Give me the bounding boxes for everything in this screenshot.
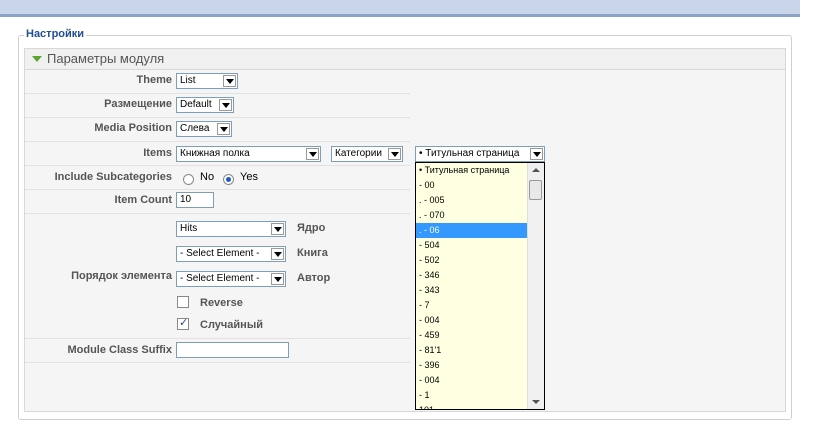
items-select-page[interactable]: • Титульная страница	[415, 146, 545, 162]
dropdown-option[interactable]: - 1	[416, 388, 528, 403]
dropdown-option[interactable]: - 502	[416, 253, 528, 268]
reverse-checkbox[interactable]	[177, 296, 189, 308]
order-2-value: - Select Element -	[180, 248, 260, 259]
order-3-value: - Select Element -	[180, 273, 260, 284]
panel-header[interactable]: Параметры модуля	[25, 49, 785, 70]
settings-legend: Настройки	[24, 28, 87, 40]
chevron-down-icon	[223, 75, 236, 87]
media-position-label: Media Position	[94, 122, 172, 134]
items-select-shelf[interactable]: Книжная полка	[176, 146, 321, 162]
chevron-down-icon	[271, 273, 284, 285]
dropdown-scrollbar[interactable]	[527, 163, 544, 409]
row-divider	[25, 93, 410, 94]
dropdown-options: • Титульная страница - 00. - 005. - 070.…	[416, 163, 528, 409]
subcategories-no-radio[interactable]	[183, 174, 194, 185]
dropdown-option[interactable]: - 00	[416, 178, 528, 193]
theme-value: List	[180, 75, 196, 86]
scroll-down-icon[interactable]	[532, 400, 540, 404]
placement-label: Размещение	[104, 98, 172, 110]
chevron-down-icon	[271, 223, 284, 235]
module-class-suffix-input[interactable]	[176, 342, 289, 358]
chevron-down-icon	[219, 99, 232, 111]
order-1-side-label: Ядро	[297, 222, 326, 234]
row-divider	[25, 213, 410, 214]
panel-title: Параметры модуля	[47, 51, 165, 66]
item-count-input[interactable]: 10	[176, 192, 214, 208]
chevron-down-icon	[271, 248, 284, 260]
dropdown-option[interactable]: - 7	[416, 298, 528, 313]
order-select-1[interactable]: Hits	[176, 221, 286, 237]
right-edge	[800, 0, 813, 446]
items-page-value: • Титульная страница	[419, 148, 520, 159]
module-class-suffix-label: Module Class Suffix	[67, 344, 172, 356]
items-shelf-value: Книжная полка	[180, 148, 250, 159]
dropdown-option[interactable]: - 346	[416, 268, 528, 283]
row-divider	[25, 362, 410, 363]
dropdown-option[interactable]: - 004	[416, 373, 528, 388]
row-divider	[25, 117, 410, 118]
scroll-up-icon[interactable]	[532, 168, 540, 172]
include-subcategories-label: Include Subcategories	[54, 171, 172, 183]
random-checkbox[interactable]	[177, 316, 189, 330]
items-category-value: Категории	[335, 148, 382, 159]
placement-value: Default	[180, 99, 212, 110]
dropdown-option[interactable]: . - 070	[416, 208, 528, 223]
dropdown-option[interactable]: . - 06	[416, 223, 528, 238]
reverse-label: Reverse	[200, 297, 243, 309]
dropdown-option[interactable]: - 396	[416, 358, 528, 373]
theme-label: Theme	[136, 74, 172, 86]
order-select-2[interactable]: - Select Element -	[176, 246, 286, 262]
dropdown-option[interactable]: 101	[416, 403, 528, 409]
dropdown-option[interactable]: • Титульная страница	[416, 163, 528, 178]
top-header-bar	[0, 0, 800, 17]
order-2-side-label: Книга	[297, 247, 328, 259]
media-position-select[interactable]: Слева	[176, 121, 232, 137]
expand-triangle-icon	[32, 56, 42, 62]
placement-select[interactable]: Default	[176, 97, 234, 113]
page-dropdown-list[interactable]: • Титульная страница - 00. - 005. - 070.…	[415, 162, 545, 410]
order-label: Порядок элемента	[71, 270, 172, 282]
order-1-value: Hits	[180, 223, 198, 234]
subcategories-yes-radio[interactable]	[223, 174, 234, 185]
dropdown-option[interactable]: - 504	[416, 238, 528, 253]
items-label: Items	[143, 147, 172, 159]
dropdown-option[interactable]: - 81'1	[416, 343, 528, 358]
row-divider	[25, 141, 410, 142]
random-label: Случайный	[200, 319, 263, 331]
subcategories-no-label: No	[200, 171, 215, 183]
dropdown-option[interactable]: - 343	[416, 283, 528, 298]
dropdown-option[interactable]: - 004	[416, 313, 528, 328]
chevron-down-icon	[306, 148, 319, 160]
scroll-thumb[interactable]	[529, 180, 542, 200]
subcategories-yes-label: Yes	[240, 171, 258, 183]
dropdown-option[interactable]: - 459	[416, 328, 528, 343]
item-count-label: Item Count	[114, 194, 172, 206]
row-divider	[25, 189, 410, 190]
row-divider	[25, 165, 410, 166]
row-divider	[25, 338, 410, 339]
media-position-value: Слева	[180, 123, 210, 134]
chevron-down-icon	[388, 148, 401, 160]
order-3-side-label: Автор	[297, 272, 331, 284]
chevron-down-icon	[217, 123, 230, 135]
dropdown-option[interactable]: . - 005	[416, 193, 528, 208]
theme-select[interactable]: List	[176, 73, 238, 89]
order-select-3[interactable]: - Select Element -	[176, 271, 286, 287]
items-select-category[interactable]: Категории	[331, 146, 403, 162]
chevron-down-icon	[530, 148, 543, 160]
